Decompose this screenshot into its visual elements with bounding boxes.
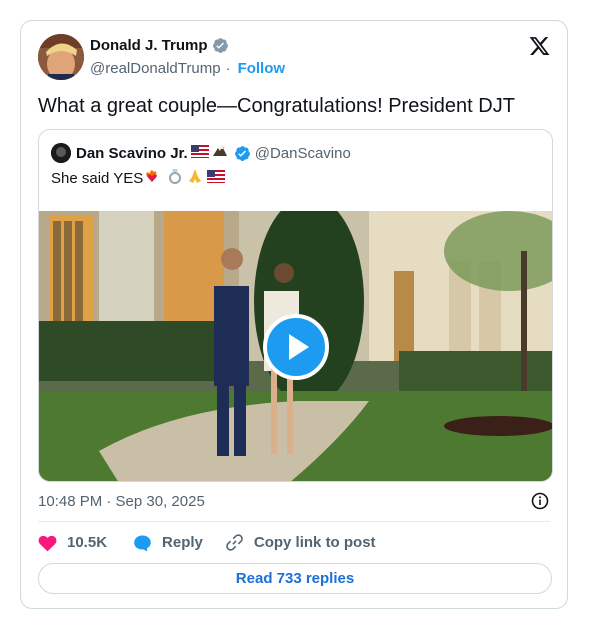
reply-button[interactable]: Reply bbox=[133, 534, 203, 552]
flag-us-emoji bbox=[190, 144, 209, 162]
praying-hands-emoji bbox=[186, 168, 204, 188]
ring-emoji bbox=[168, 168, 182, 188]
flag-us-emoji bbox=[207, 169, 226, 187]
quoted-tweet[interactable]: Dan Scavino Jr. @DanScavino She said YES bbox=[38, 129, 553, 482]
author-handle-row: @realDonaldTrump · Follow bbox=[90, 60, 285, 77]
heart-icon bbox=[38, 535, 57, 551]
x-logo-icon[interactable] bbox=[528, 35, 551, 57]
info-icon[interactable] bbox=[531, 492, 549, 510]
reply-label: Reply bbox=[162, 534, 203, 551]
verified-gray-icon bbox=[212, 37, 229, 54]
like-count: 10.5K bbox=[67, 534, 108, 551]
like-button[interactable]: 10.5K bbox=[38, 534, 107, 552]
reply-bubble-icon bbox=[134, 534, 151, 551]
quoted-name[interactable]: Dan Scavino Jr. bbox=[76, 145, 188, 162]
play-button[interactable] bbox=[263, 314, 329, 380]
copy-link-button[interactable]: Copy link to post bbox=[225, 533, 376, 552]
quoted-header: Dan Scavino Jr. @DanScavino bbox=[51, 143, 351, 163]
copy-link-label: Copy link to post bbox=[253, 534, 376, 551]
divider bbox=[38, 521, 550, 522]
eagle-emoji bbox=[212, 144, 228, 162]
quoted-avatar[interactable] bbox=[51, 143, 71, 163]
action-bar: 10.5K Reply Copy link to post bbox=[38, 533, 396, 552]
heart-on-fire-emoji bbox=[144, 168, 160, 188]
author-handle[interactable]: @realDonaldTrump bbox=[90, 60, 221, 77]
quoted-handle[interactable]: @DanScavino bbox=[255, 145, 351, 162]
link-icon bbox=[226, 534, 243, 551]
author-name-row: Donald J. Trump bbox=[90, 37, 229, 54]
quoted-text-row: She said YES bbox=[51, 168, 226, 188]
quoted-text: She said YES bbox=[51, 169, 144, 187]
author-avatar[interactable] bbox=[38, 34, 84, 80]
tweet-card: Donald J. Trump @realDonaldTrump · Follo… bbox=[20, 20, 568, 609]
read-replies-button[interactable]: Read 733 replies bbox=[38, 563, 552, 594]
verified-blue-icon bbox=[234, 145, 251, 162]
separator-dot: · bbox=[225, 60, 231, 77]
video-thumbnail[interactable] bbox=[39, 211, 552, 481]
tweet-timestamp[interactable]: 10:48 PM · Sep 30, 2025 bbox=[38, 493, 205, 510]
tweet-text: What a great couple—Congratulations! Pre… bbox=[38, 95, 515, 117]
follow-button[interactable]: Follow bbox=[238, 60, 286, 77]
author-name[interactable]: Donald J. Trump bbox=[90, 37, 208, 54]
